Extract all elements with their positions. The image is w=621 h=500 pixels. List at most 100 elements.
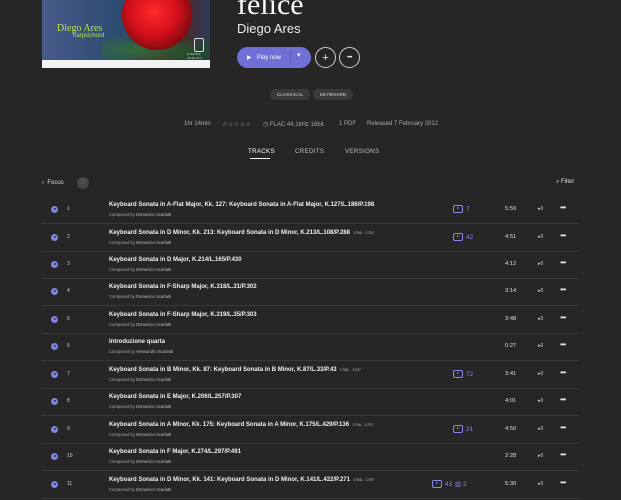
favorite-filter-button[interactable]: ♡ — [77, 177, 89, 189]
more-options-button[interactable]: ••• — [339, 47, 360, 68]
track-more-button[interactable]: ••• — [560, 231, 566, 240]
track-more-button[interactable]: ••• — [560, 423, 566, 432]
track-composer: Composed by Domenico Scarlatti — [109, 459, 171, 464]
track-scores-count: 7 — [466, 205, 470, 213]
composer-name[interactable]: Domenico Scarlatti — [136, 432, 171, 437]
composer-prefix: Composed by — [109, 240, 135, 245]
track-composer: Composed by Domenico Scarlatti — [109, 432, 171, 437]
more-icon: ••• — [560, 478, 566, 487]
play-track-icon[interactable] — [51, 453, 58, 460]
more-icon: ••• — [560, 231, 566, 240]
play-track-icon[interactable] — [51, 206, 58, 213]
track-scores[interactable]: 43 — [432, 480, 452, 488]
composer-name[interactable]: Domenico Scarlatti — [136, 377, 171, 382]
play-track-icon[interactable] — [51, 316, 58, 323]
track-more-button[interactable]: ••• — [560, 395, 566, 404]
composer-name[interactable]: Domenico Scarlatti — [136, 267, 171, 272]
track-more-button[interactable]: ••• — [560, 368, 566, 377]
track-title[interactable]: Keyboard Sonata in B Minor, Kk. 87: Keyb… — [109, 367, 361, 373]
tab-versions[interactable]: VERSIONS — [345, 148, 379, 155]
tab-credits[interactable]: CREDITS — [295, 148, 324, 155]
track-title[interactable]: Introduzione quarta — [109, 339, 165, 345]
track-row[interactable]: 4 Keyboard Sonata in F-Sharp Major, K.318… — [42, 278, 579, 306]
play-track-icon[interactable] — [51, 234, 58, 241]
track-duration: 5:59 — [505, 206, 517, 212]
track-more-button[interactable]: ••• — [560, 478, 566, 487]
track-title[interactable]: Keyboard Sonata in D Major, K.214/L.165/… — [109, 257, 242, 263]
more-icon: ••• — [560, 340, 566, 349]
artist-link[interactable]: Diego Ares — [237, 21, 301, 36]
track-scores[interactable]: 21 — [453, 425, 473, 433]
track-scores[interactable]: 7 — [453, 205, 470, 213]
composer-name[interactable]: Domenico Scarlatti — [136, 404, 171, 409]
track-count: ▸0 — [538, 481, 543, 487]
track-title[interactable]: Keyboard Sonata in F-Sharp Major, K.318/… — [109, 284, 257, 290]
track-title[interactable]: Keyboard Sonata in E Major, K.206/L.257/… — [109, 394, 241, 400]
composer-name[interactable]: Domenico Scarlatti — [136, 240, 171, 245]
track-row[interactable]: 5 Keyboard Sonata in F-Sharp Major, K.319… — [42, 306, 579, 334]
track-more-button[interactable]: ••• — [560, 285, 566, 294]
composer-name[interactable]: Alessandro Scarlatti — [136, 349, 173, 354]
focus-toggle[interactable]: › Focus — [42, 180, 64, 186]
chevron-down-icon[interactable]: ▾ — [297, 51, 301, 59]
track-title[interactable]: Keyboard Sonata in A Minor, Kk. 175: Key… — [109, 422, 373, 428]
focus-label: Focus — [47, 180, 64, 186]
track-title[interactable]: Keyboard Sonata in D Minor, Kk. 141: Key… — [109, 477, 374, 483]
composer-name[interactable]: Domenico Scarlatti — [136, 294, 171, 299]
filter-button[interactable]: ⌕ Filter — [556, 179, 574, 186]
track-row[interactable]: 6 Introduzione quarta Composed by Alessand… — [42, 333, 579, 361]
track-row[interactable]: 1 Keyboard Sonata in A-Flat Major, Kk. 12… — [42, 196, 579, 224]
track-title-text: Keyboard Sonata in D Major, K.214/L.165/… — [109, 257, 242, 263]
track-more-button[interactable]: ••• — [560, 450, 566, 459]
track-count: ▸0 — [538, 426, 543, 432]
composer-name[interactable]: Domenico Scarlatti — [136, 322, 171, 327]
play-track-icon[interactable] — [51, 481, 58, 488]
tag-classical[interactable]: CLASSICAL — [270, 89, 311, 100]
track-row[interactable]: 10 Keyboard Sonata in F Major, K.274/L.29… — [42, 443, 579, 471]
play-track-icon[interactable] — [51, 261, 58, 268]
filter-label: Filter — [561, 179, 575, 185]
track-title[interactable]: Keyboard Sonata in F Major, K.274/L.297/… — [109, 449, 241, 455]
plus-icon: + — [322, 51, 329, 64]
track-pdfs[interactable]: ▥ 2 — [455, 480, 467, 488]
more-icon: ••• — [560, 450, 566, 459]
track-count: ▸0 — [538, 343, 543, 349]
track-row[interactable]: 11 Keyboard Sonata in D Minor, Kk. 141: K… — [42, 471, 579, 499]
track-scores[interactable]: 42 — [453, 233, 473, 241]
track-row[interactable]: 7 Keyboard Sonata in B Minor, Kk. 87: Key… — [42, 361, 579, 389]
play-track-icon[interactable] — [51, 426, 58, 433]
track-count: ▸0 — [538, 371, 543, 377]
track-title[interactable]: Keyboard Sonata in A-Flat Major, Kk. 127… — [109, 202, 374, 208]
track-row[interactable]: 2 Keyboard Sonata in D Minor, Kk. 213: Ke… — [42, 224, 579, 252]
track-row[interactable]: 9 Keyboard Sonata in A Minor, Kk. 175: Ke… — [42, 416, 579, 444]
track-row[interactable]: 3 Keyboard Sonata in D Major, K.214/L.165… — [42, 251, 579, 279]
composer-prefix: Composed by — [109, 432, 135, 437]
track-row[interactable]: 8 Keyboard Sonata in E Major, K.206/L.257… — [42, 388, 579, 416]
video-icon — [453, 370, 463, 378]
track-more-button[interactable]: ••• — [560, 203, 566, 212]
track-composer: Composed by Domenico Scarlatti — [109, 294, 171, 299]
track-title[interactable]: Keyboard Sonata in D Minor, Kk. 213: Key… — [109, 230, 374, 236]
track-more-button[interactable]: ••• — [560, 313, 566, 322]
track-more-button[interactable]: ••• — [560, 340, 566, 349]
composer-name[interactable]: Domenico Scarlatti — [136, 459, 171, 464]
play-track-icon[interactable] — [51, 343, 58, 350]
tag-keyboard[interactable]: KEYBOARD — [313, 89, 354, 100]
pdf-count[interactable]: 1 PDF — [339, 121, 356, 127]
play-track-icon[interactable] — [51, 371, 58, 378]
rating-stars[interactable]: ☆☆☆☆☆ — [222, 121, 251, 128]
audio-quality: ◷ FLAC 44.1kHz 16bit — [263, 121, 324, 128]
track-scores-count: 43 — [445, 480, 453, 488]
track-title[interactable]: Keyboard Sonata in F-Sharp Major, K.319/… — [109, 312, 257, 318]
track-scores[interactable]: 72 — [453, 370, 473, 378]
more-icon: ••• — [560, 285, 566, 294]
add-to-favorites-button[interactable]: + — [315, 47, 336, 68]
play-track-icon[interactable] — [51, 288, 58, 295]
composer-name[interactable]: Domenico Scarlatti — [136, 212, 171, 217]
play-now-button[interactable]: ▶ Play now ▾ — [237, 47, 311, 68]
track-more-button[interactable]: ••• — [560, 258, 566, 267]
composer-name[interactable]: Domenico Scarlatti — [136, 487, 171, 492]
play-track-icon[interactable] — [51, 398, 58, 405]
tab-tracks[interactable]: TRACKS — [248, 148, 275, 155]
album-art[interactable]: Diego Ares harpsichord PIERRE VERANY — [42, 0, 210, 68]
